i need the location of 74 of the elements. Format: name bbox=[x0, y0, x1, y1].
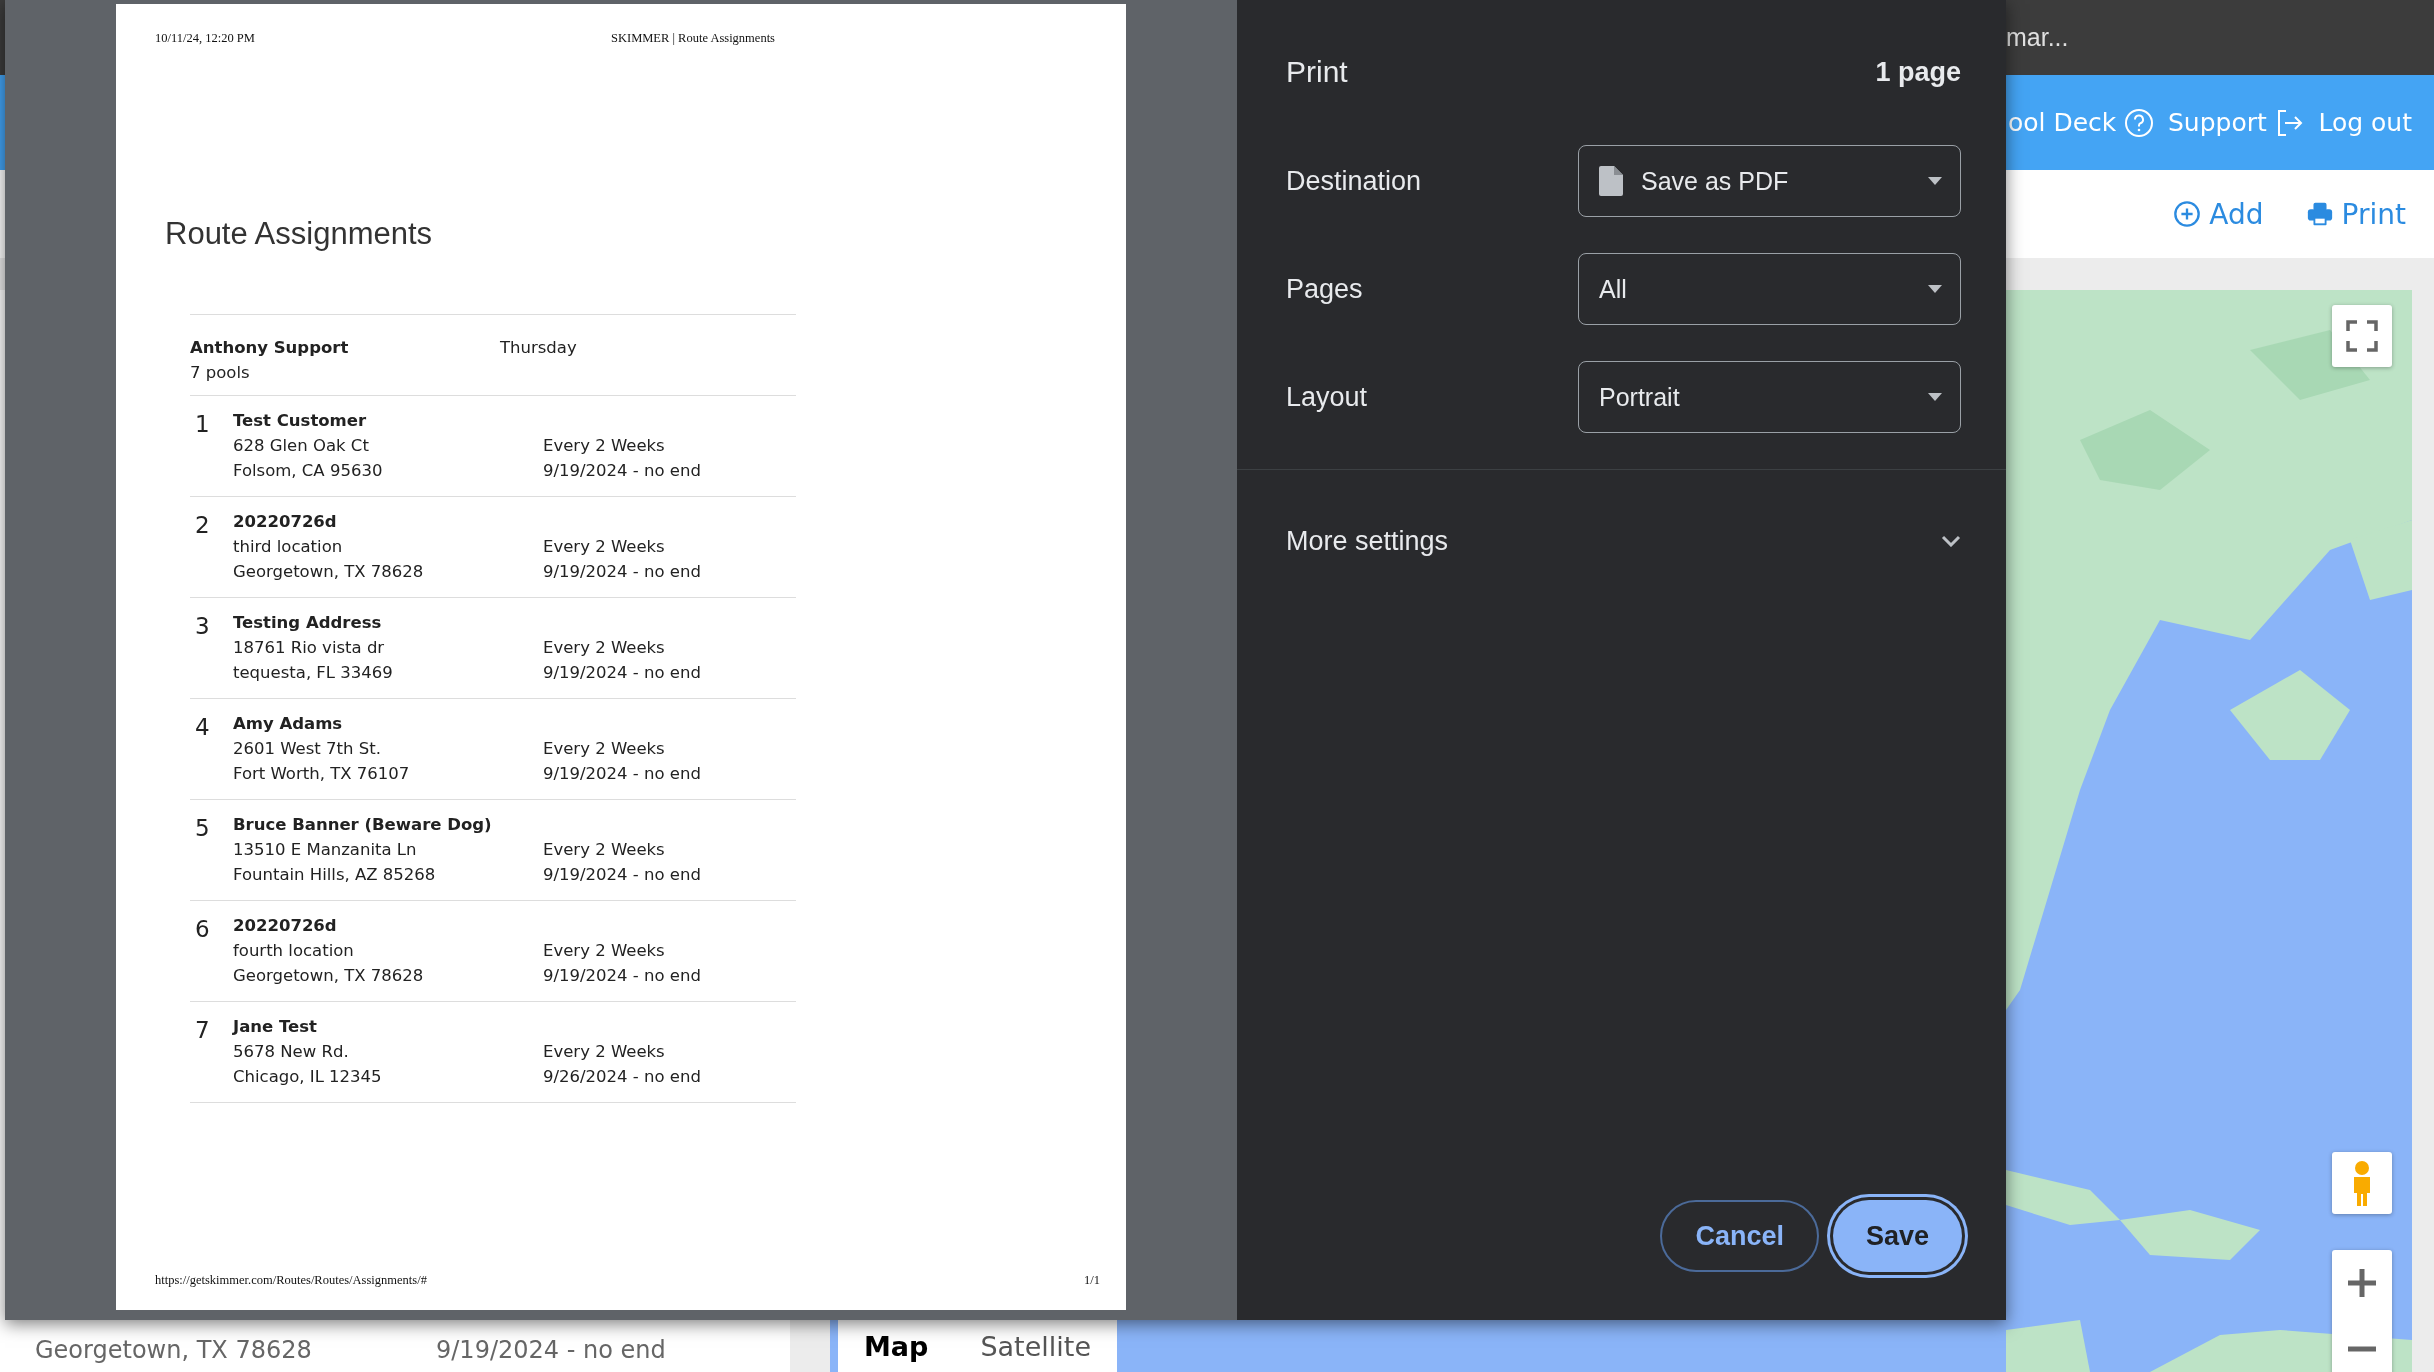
dialog-title: Print bbox=[1286, 55, 1348, 89]
city-text: Fountain Hills, AZ 85268 bbox=[233, 864, 437, 886]
frequency-text: Every 2 Weeks bbox=[543, 536, 666, 558]
customer-name: 20220726d bbox=[233, 511, 338, 533]
customer-name: Amy Adams bbox=[233, 713, 344, 735]
customer-name: Jane Test bbox=[233, 1016, 318, 1038]
fullscreen-button[interactable] bbox=[2332, 305, 2392, 367]
customer-name: Bruce Banner (Beware Dog) bbox=[233, 814, 493, 836]
customer-name: 20220726d bbox=[233, 915, 338, 937]
date-range: 9/19/2024 - no end bbox=[543, 965, 702, 987]
fullscreen-icon bbox=[2346, 320, 2378, 352]
city-text: Georgetown, TX 78628 bbox=[233, 561, 425, 583]
customer-name: Testing Address bbox=[233, 612, 383, 634]
date-range: 9/19/2024 - no end bbox=[543, 864, 702, 886]
stop-number: 2 bbox=[194, 511, 211, 540]
street-address: fourth location bbox=[233, 940, 355, 962]
date-range: 9/26/2024 - no end bbox=[543, 1066, 702, 1088]
frequency-text: Every 2 Weeks bbox=[543, 738, 666, 760]
stop-number: 5 bbox=[194, 814, 211, 843]
pool-count: 7 pools bbox=[190, 362, 251, 384]
print-icon bbox=[2305, 200, 2334, 228]
street-address: 628 Glen Oak Ct bbox=[233, 435, 370, 457]
date-range: 9/19/2024 - no end bbox=[543, 460, 702, 482]
frequency-text: Every 2 Weeks bbox=[543, 435, 666, 457]
setting-dropdown[interactable]: Portrait bbox=[1578, 361, 1961, 433]
caret-icon bbox=[1928, 393, 1942, 401]
address-text: Georgetown, TX 78628 bbox=[35, 1336, 313, 1364]
street-address: 13510 E Manzanita Ln bbox=[233, 839, 418, 861]
setting-label: Pages bbox=[1286, 273, 1363, 305]
setting-label: Layout bbox=[1286, 381, 1368, 413]
date-range: 9/19/2024 - no end bbox=[543, 763, 702, 785]
frequency-text: Every 2 Weeks bbox=[543, 839, 666, 861]
stop-number: 4 bbox=[194, 713, 211, 742]
page-count: 1 page bbox=[1875, 56, 1961, 88]
frequency-text: Every 2 Weeks bbox=[543, 637, 666, 659]
city-text: Fort Worth, TX 76107 bbox=[233, 763, 411, 785]
print-date: 10/11/24, 12:20 PM bbox=[155, 31, 256, 46]
report-title: Route Assignments bbox=[165, 216, 434, 252]
date-range: 9/19/2024 - no end bbox=[543, 662, 702, 684]
more-settings-toggle[interactable]: More settings bbox=[1286, 506, 1961, 576]
street-address: 2601 West 7th St. bbox=[233, 738, 382, 760]
setting-dropdown[interactable]: Save as PDF bbox=[1578, 145, 1961, 217]
stop-number: 3 bbox=[194, 612, 211, 641]
customer-name: Test Customer bbox=[233, 410, 368, 432]
city-text: Georgetown, TX 78628 bbox=[233, 965, 425, 987]
route-day: Thursday bbox=[500, 335, 796, 385]
page-url: https://getskimmer.com/Routes/Routes/Assignments/# bbox=[155, 1273, 427, 1288]
street-address: 5678 New Rd. bbox=[233, 1041, 350, 1063]
toolbar-button[interactable]: Print bbox=[2299, 196, 2412, 232]
frequency-text: Every 2 Weeks bbox=[543, 1041, 666, 1063]
cancel-button[interactable]: Cancel bbox=[1660, 1200, 1819, 1272]
app-title: mar... bbox=[2006, 23, 2070, 52]
city-text: Folsom, CA 95630 bbox=[233, 460, 384, 482]
date-range: 9/19/2024 - no end bbox=[543, 561, 702, 583]
setting-label: Destination bbox=[1286, 165, 1422, 197]
technician-name: Anthony Support bbox=[190, 337, 350, 359]
add-icon bbox=[2173, 200, 2202, 228]
page-number: 1/1 bbox=[1084, 1273, 1100, 1288]
street-address: 18761 Rio vista dr bbox=[233, 637, 386, 659]
caret-icon bbox=[1928, 285, 1942, 293]
setting-dropdown[interactable]: All bbox=[1578, 253, 1961, 325]
schedule-text: 9/19/2024 - no end bbox=[436, 1336, 666, 1364]
stop-number: 7 bbox=[194, 1016, 211, 1045]
stop-number: 1 bbox=[194, 410, 211, 439]
stop-number: 6 bbox=[194, 915, 211, 944]
file-icon bbox=[1599, 166, 1623, 196]
city-text: Chicago, IL 12345 bbox=[233, 1066, 383, 1088]
page-header-title: SKIMMER | Route Assignments bbox=[611, 31, 776, 46]
toolbar-button[interactable]: Add bbox=[2167, 196, 2270, 232]
caret-icon bbox=[1928, 177, 1942, 185]
help-icon bbox=[2124, 107, 2154, 138]
street-address: third location bbox=[233, 536, 344, 558]
frequency-text: Every 2 Weeks bbox=[543, 940, 666, 962]
city-text: tequesta, FL 33469 bbox=[233, 662, 394, 684]
